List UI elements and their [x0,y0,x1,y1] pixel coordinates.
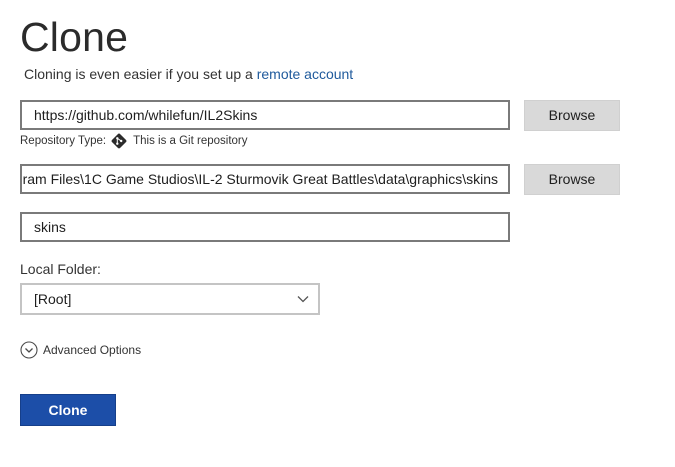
repository-type-label: Repository Type: [20,135,107,147]
folder-name-value: skins [34,219,66,235]
chevron-down-icon [297,296,309,303]
local-folder-label: Local Folder: [20,261,101,277]
repository-type-value: This is a Git repository [133,135,248,147]
repository-url-input[interactable]: https://github.com/whilefun/IL2Skins [20,100,510,130]
clone-dialog: Clone Cloning is even easier if you set … [0,0,675,467]
subtitle: Cloning is even easier if you set up a r… [24,65,353,83]
repository-url-value: https://github.com/whilefun/IL2Skins [34,107,258,123]
remote-account-link[interactable]: remote account [257,66,354,82]
clone-button[interactable]: Clone [20,394,116,426]
local-folder-dropdown[interactable]: [Root] [20,283,320,315]
page-title: Clone [20,14,129,60]
chevron-down-circle-icon [20,341,38,359]
advanced-options-toggle[interactable]: Advanced Options [20,341,141,359]
subtitle-text: Cloning is even easier if you set up a [24,66,257,82]
repository-type: Repository Type: This is a Git repositor… [20,133,248,149]
repository-browse-button[interactable]: Browse [524,100,620,131]
destination-path-value: C:\Program Files\1C Game Studios\IL-2 St… [20,171,498,187]
local-folder-selected: [Root] [34,291,72,307]
destination-browse-button[interactable]: Browse [524,164,620,195]
folder-name-input[interactable]: skins [20,212,510,242]
destination-path-input[interactable]: C:\Program Files\1C Game Studios\IL-2 St… [20,164,510,194]
git-icon [111,133,127,149]
advanced-options-label: Advanced Options [43,343,142,357]
